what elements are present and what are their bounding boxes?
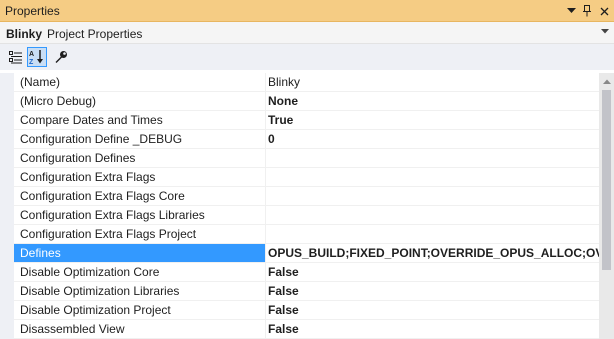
- property-value[interactable]: [266, 168, 599, 186]
- property-pages-button[interactable]: [51, 47, 71, 67]
- property-value[interactable]: False: [266, 263, 599, 281]
- property-name[interactable]: Disable Optimization Project: [14, 301, 265, 319]
- property-value[interactable]: True: [266, 111, 599, 129]
- property-name[interactable]: Disable Optimization Libraries: [14, 282, 265, 300]
- property-row[interactable]: (Name) Blinky: [14, 73, 599, 92]
- object-dropdown-arrow[interactable]: [601, 27, 609, 36]
- svg-text:A: A: [29, 51, 34, 58]
- property-row[interactable]: Disable Optimization Core False: [14, 263, 599, 282]
- property-value[interactable]: [266, 149, 599, 167]
- property-name[interactable]: Configuration Defines: [14, 149, 265, 167]
- property-name[interactable]: Configuration Extra Flags Project: [14, 225, 265, 243]
- property-value[interactable]: False: [266, 301, 599, 319]
- pin-icon: [583, 5, 591, 17]
- property-row[interactable]: (Micro Debug) None: [14, 92, 599, 111]
- property-value[interactable]: [266, 225, 599, 243]
- close-button[interactable]: [596, 3, 612, 19]
- categorized-icon: [9, 50, 22, 63]
- pin-button[interactable]: [579, 3, 595, 19]
- property-value[interactable]: False: [266, 282, 599, 300]
- chevron-up-icon: [602, 79, 611, 84]
- property-value[interactable]: False: [266, 320, 599, 338]
- property-row[interactable]: Configuration Extra Flags Project: [14, 225, 599, 244]
- property-name[interactable]: Configuration Extra Flags Core: [14, 187, 265, 205]
- property-name[interactable]: Configuration Define _DEBUG: [14, 130, 265, 148]
- property-value[interactable]: Blinky: [266, 73, 599, 91]
- property-pages-icon: [55, 51, 67, 63]
- window-menu-button[interactable]: [563, 3, 579, 19]
- object-name: Blinky: [6, 27, 43, 41]
- properties-title-bar: Properties: [0, 0, 614, 22]
- object-type: Project Properties: [47, 27, 143, 41]
- property-name[interactable]: Disassembled View: [14, 320, 265, 338]
- alphabetical-icon: A Z: [29, 50, 43, 65]
- property-value[interactable]: [266, 187, 599, 205]
- window-title: Properties: [5, 4, 60, 18]
- object-selector[interactable]: Blinky Project Properties: [0, 22, 614, 44]
- scroll-up-button[interactable]: [599, 73, 614, 90]
- categorized-button[interactable]: [6, 47, 26, 67]
- chevron-down-icon: [566, 8, 576, 13]
- property-row[interactable]: Configuration Defines: [14, 149, 599, 168]
- property-name[interactable]: Disable Optimization Core: [14, 263, 265, 281]
- scrollbar-thumb[interactable]: [602, 90, 611, 270]
- vertical-scrollbar[interactable]: [599, 73, 614, 339]
- property-row[interactable]: Compare Dates and Times True: [14, 111, 599, 130]
- property-name[interactable]: (Micro Debug): [14, 92, 265, 110]
- property-row[interactable]: Defines OPUS_BUILD;FIXED_POINT;OVERRIDE_O…: [14, 244, 599, 263]
- property-row[interactable]: Disable Optimization Libraries False: [14, 282, 599, 301]
- grid-margin: [0, 73, 14, 339]
- property-row[interactable]: Configuration Extra Flags: [14, 168, 599, 187]
- property-value[interactable]: 0: [266, 130, 599, 148]
- property-name[interactable]: (Name): [14, 73, 265, 91]
- property-name[interactable]: Configuration Extra Flags: [14, 168, 265, 186]
- property-name[interactable]: Compare Dates and Times: [14, 111, 265, 129]
- property-row[interactable]: Disassembled View False: [14, 320, 599, 339]
- property-value[interactable]: None: [266, 92, 599, 110]
- property-value[interactable]: [266, 206, 599, 224]
- alphabetical-button[interactable]: A Z: [27, 47, 47, 67]
- property-name[interactable]: Configuration Extra Flags Libraries: [14, 206, 265, 224]
- property-name[interactable]: Defines: [14, 244, 265, 262]
- property-row[interactable]: Configuration Define _DEBUG 0: [14, 130, 599, 149]
- property-row[interactable]: Configuration Extra Flags Core: [14, 187, 599, 206]
- property-row[interactable]: Configuration Extra Flags Libraries: [14, 206, 599, 225]
- close-icon: [600, 7, 608, 15]
- chevron-down-icon: [601, 29, 609, 34]
- properties-toolbar: A Z: [0, 44, 614, 70]
- property-row[interactable]: Disable Optimization Project False: [14, 301, 599, 320]
- svg-text:Z: Z: [29, 59, 34, 65]
- property-grid: (Name) Blinky (Micro Debug) None Compare Dat…: [0, 73, 599, 339]
- property-value[interactable]: OPUS_BUILD;FIXED_POINT;OVERRIDE_OPUS_ALL…: [266, 244, 599, 262]
